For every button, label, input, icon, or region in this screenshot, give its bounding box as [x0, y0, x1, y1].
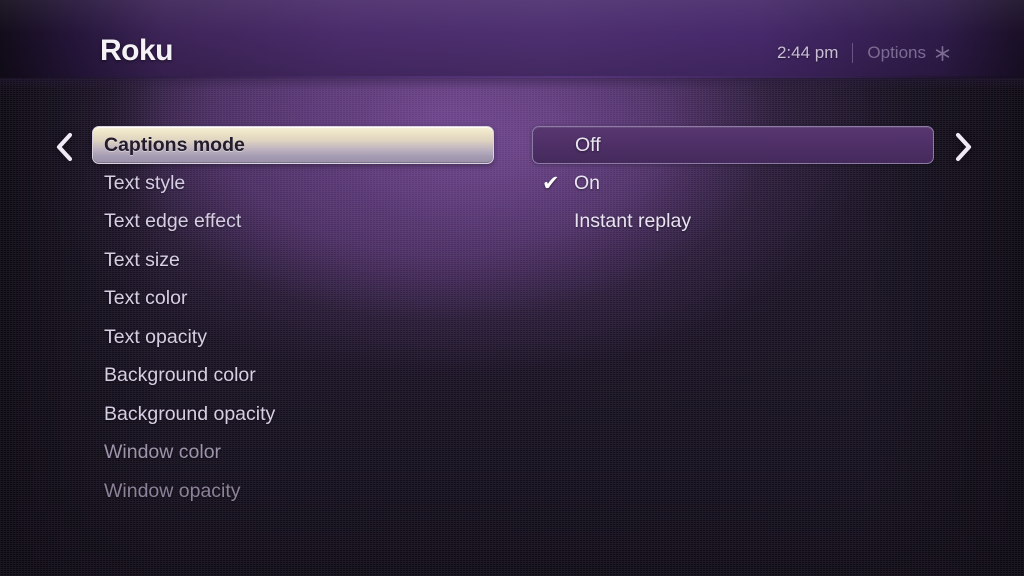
option-row-label: Instant replay: [574, 210, 692, 233]
option-row-label: Off: [575, 133, 601, 156]
settings-row[interactable]: Background opacity: [92, 395, 494, 434]
settings-row-label: Window opacity: [104, 479, 241, 502]
asterisk-star-icon: [933, 44, 952, 63]
settings-row[interactable]: Window opacity: [92, 472, 494, 511]
header-status-area: 2:44 pm Options: [777, 43, 952, 63]
settings-row[interactable]: Text size: [92, 241, 494, 280]
roku-captions-settings-screen: Roku 2:44 pm Options Captions mode Text s…: [0, 0, 1024, 576]
settings-row-selected[interactable]: Captions mode: [92, 126, 494, 164]
option-row[interactable]: ✔ On: [532, 164, 934, 203]
settings-row-label: Text opacity: [104, 325, 207, 348]
settings-row-label: Text style: [104, 171, 186, 194]
captions-mode-options-list: Off ✔ On Instant replay: [532, 126, 934, 241]
clock-label: 2:44 pm: [776, 43, 839, 62]
options-label: Options: [867, 43, 926, 62]
roku-logo: Roku: [100, 34, 174, 67]
settings-row-label: Window color: [104, 441, 222, 464]
chevron-right-icon[interactable]: [948, 128, 978, 166]
settings-row[interactable]: Text style: [92, 164, 494, 203]
settings-row[interactable]: Text opacity: [92, 318, 494, 357]
settings-row-label: Captions mode: [104, 133, 245, 156]
settings-row[interactable]: Text color: [92, 280, 494, 319]
header-separator: [852, 43, 854, 63]
header-underglow: [0, 78, 1024, 90]
settings-row[interactable]: Text edge effect: [92, 203, 494, 242]
settings-row-label: Background opacity: [104, 402, 276, 425]
settings-row[interactable]: Background color: [92, 357, 494, 396]
settings-row-label: Text edge effect: [104, 210, 242, 233]
settings-row-label: Text size: [104, 248, 180, 271]
option-row-highlighted[interactable]: Off: [532, 126, 934, 164]
chevron-left-icon[interactable]: [50, 128, 80, 166]
captions-settings-list: Captions mode Text style Text edge effect T…: [92, 126, 494, 511]
settings-row[interactable]: Window color: [92, 434, 494, 473]
settings-row-label: Text color: [104, 287, 188, 310]
option-row[interactable]: Instant replay: [532, 203, 934, 242]
settings-row-label: Background color: [104, 364, 256, 387]
options-button[interactable]: Options: [867, 43, 952, 63]
checkmark-icon: ✔: [542, 171, 560, 195]
